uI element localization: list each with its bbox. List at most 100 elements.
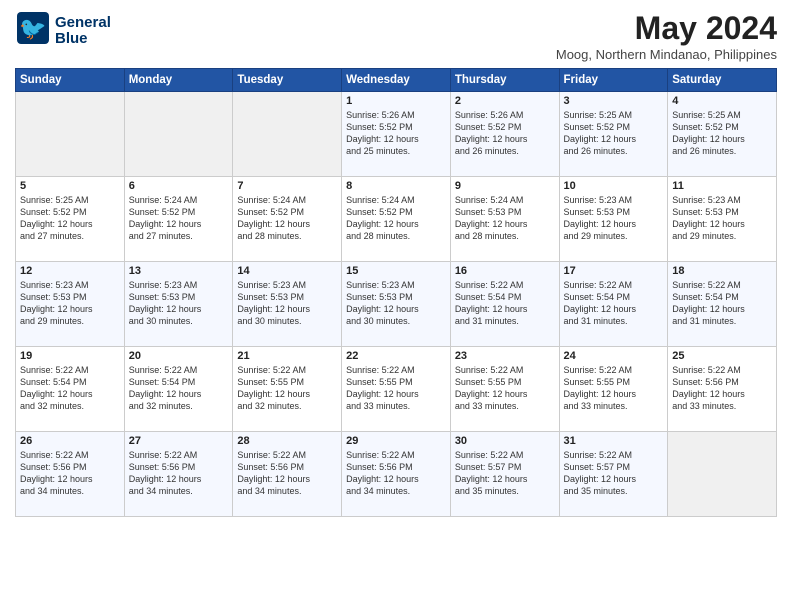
calendar-cell: 3Sunrise: 5:25 AM Sunset: 5:52 PM Daylig…: [559, 92, 668, 177]
day-number: 30: [455, 435, 555, 447]
day-info: Sunrise: 5:22 AM Sunset: 5:54 PM Dayligh…: [672, 279, 772, 328]
day-info: Sunrise: 5:22 AM Sunset: 5:56 PM Dayligh…: [346, 449, 446, 498]
calendar-cell: 10Sunrise: 5:23 AM Sunset: 5:53 PM Dayli…: [559, 177, 668, 262]
day-info: Sunrise: 5:25 AM Sunset: 5:52 PM Dayligh…: [20, 194, 120, 243]
calendar-cell: 26 Sunrise: 5:22 AM Sunset: 5:56 PM Dayli…: [16, 432, 125, 517]
calendar-cell: 14 Sunrise: 5:23 AM Sunset: 5:53 PM Dayli…: [233, 262, 342, 347]
day-number: 14: [237, 265, 337, 277]
day-info: Sunrise: 5:23 AM Sunset: 5:53 PM Dayligh…: [237, 279, 337, 328]
day-number: 27: [129, 435, 229, 447]
calendar-cell: 2 Sunrise: 5:26 AM Sunset: 5:52 PM Daylig…: [450, 92, 559, 177]
day-info: Sunrise: 5:22 AM Sunset: 5:55 PM Dayligh…: [455, 364, 555, 413]
weekday-header: Thursday: [450, 69, 559, 92]
day-info: Sunrise: 5:22 AM Sunset: 5:54 PM Dayligh…: [455, 279, 555, 328]
calendar-cell: 17 Sunrise: 5:22 AM Sunset: 5:54 PM Dayli…: [559, 262, 668, 347]
day-info: Sunrise: 5:22 AM Sunset: 5:56 PM Dayligh…: [237, 449, 337, 498]
day-info: Sunrise: 5:26 AM Sunset: 5:52 PM Dayligh…: [455, 109, 555, 158]
title-block: May 2024 Moog, Northern Mindanao, Philip…: [556, 10, 777, 62]
day-number: 19: [20, 350, 120, 362]
day-number: 20: [129, 350, 229, 362]
day-info: Sunrise: 5:24 AM Sunset: 5:52 PM Dayligh…: [129, 194, 229, 243]
day-number: 18: [672, 265, 772, 277]
day-number: 26: [20, 435, 120, 447]
day-info: Sunrise: 5:24 AM Sunset: 5:52 PM Dayligh…: [237, 194, 337, 243]
day-info: Sunrise: 5:22 AM Sunset: 5:57 PM Dayligh…: [455, 449, 555, 498]
calendar-cell: [16, 92, 125, 177]
day-info: Sunrise: 5:24 AM Sunset: 5:53 PM Dayligh…: [455, 194, 555, 243]
logo-bird-icon: 🐦: [15, 10, 51, 52]
day-number: 2: [455, 95, 555, 107]
day-number: 28: [237, 435, 337, 447]
day-number: 5: [20, 180, 120, 192]
calendar-cell: 22Sunrise: 5:22 AM Sunset: 5:55 PM Dayli…: [342, 347, 451, 432]
day-info: Sunrise: 5:25 AM Sunset: 5:52 PM Dayligh…: [564, 109, 664, 158]
month-title: May 2024: [556, 10, 777, 47]
calendar-cell: 24Sunrise: 5:22 AM Sunset: 5:55 PM Dayli…: [559, 347, 668, 432]
calendar-cell: [124, 92, 233, 177]
day-number: 15: [346, 265, 446, 277]
calendar-cell: 1Sunrise: 5:26 AM Sunset: 5:52 PM Daylig…: [342, 92, 451, 177]
day-info: Sunrise: 5:23 AM Sunset: 5:53 PM Dayligh…: [129, 279, 229, 328]
day-number: 29: [346, 435, 446, 447]
day-number: 17: [564, 265, 664, 277]
day-number: 6: [129, 180, 229, 192]
calendar-cell: 29 Sunrise: 5:22 AM Sunset: 5:56 PM Dayli…: [342, 432, 451, 517]
day-info: Sunrise: 5:23 AM Sunset: 5:53 PM Dayligh…: [20, 279, 120, 328]
calendar-cell: 6 Sunrise: 5:24 AM Sunset: 5:52 PM Daylig…: [124, 177, 233, 262]
day-info: Sunrise: 5:22 AM Sunset: 5:56 PM Dayligh…: [20, 449, 120, 498]
calendar-week-row: 5 Sunrise: 5:25 AM Sunset: 5:52 PM Daylig…: [16, 177, 777, 262]
day-info: Sunrise: 5:23 AM Sunset: 5:53 PM Dayligh…: [564, 194, 664, 243]
weekday-header: Saturday: [668, 69, 777, 92]
day-number: 23: [455, 350, 555, 362]
calendar-cell: 25 Sunrise: 5:22 AM Sunset: 5:56 PM Dayli…: [668, 347, 777, 432]
day-number: 24: [564, 350, 664, 362]
calendar-cell: 31Sunrise: 5:22 AM Sunset: 5:57 PM Dayli…: [559, 432, 668, 517]
weekday-header: Wednesday: [342, 69, 451, 92]
calendar-cell: 18 Sunrise: 5:22 AM Sunset: 5:54 PM Dayli…: [668, 262, 777, 347]
calendar-cell: [233, 92, 342, 177]
day-number: 16: [455, 265, 555, 277]
day-info: Sunrise: 5:26 AM Sunset: 5:52 PM Dayligh…: [346, 109, 446, 158]
calendar-header-row: SundayMondayTuesdayWednesdayThursdayFrid…: [16, 69, 777, 92]
day-info: Sunrise: 5:23 AM Sunset: 5:53 PM Dayligh…: [346, 279, 446, 328]
day-info: Sunrise: 5:22 AM Sunset: 5:55 PM Dayligh…: [237, 364, 337, 413]
calendar-cell: 19 Sunrise: 5:22 AM Sunset: 5:54 PM Dayli…: [16, 347, 125, 432]
day-info: Sunrise: 5:22 AM Sunset: 5:54 PM Dayligh…: [20, 364, 120, 413]
calendar-cell: 11 Sunrise: 5:23 AM Sunset: 5:53 PM Dayli…: [668, 177, 777, 262]
calendar-cell: 27Sunrise: 5:22 AM Sunset: 5:56 PM Dayli…: [124, 432, 233, 517]
svg-text:🐦: 🐦: [19, 16, 46, 41]
day-number: 21: [237, 350, 337, 362]
weekday-header: Sunday: [16, 69, 125, 92]
calendar-cell: 23 Sunrise: 5:22 AM Sunset: 5:55 PM Dayli…: [450, 347, 559, 432]
day-info: Sunrise: 5:22 AM Sunset: 5:54 PM Dayligh…: [564, 279, 664, 328]
calendar-table: SundayMondayTuesdayWednesdayThursdayFrid…: [15, 68, 777, 517]
day-number: 25: [672, 350, 772, 362]
calendar-week-row: 26 Sunrise: 5:22 AM Sunset: 5:56 PM Dayli…: [16, 432, 777, 517]
calendar-cell: 28 Sunrise: 5:22 AM Sunset: 5:56 PM Dayli…: [233, 432, 342, 517]
day-number: 4: [672, 95, 772, 107]
calendar-cell: 7Sunrise: 5:24 AM Sunset: 5:52 PM Daylig…: [233, 177, 342, 262]
calendar-cell: 20Sunrise: 5:22 AM Sunset: 5:54 PM Dayli…: [124, 347, 233, 432]
calendar-week-row: 19 Sunrise: 5:22 AM Sunset: 5:54 PM Dayli…: [16, 347, 777, 432]
calendar-cell: 13Sunrise: 5:23 AM Sunset: 5:53 PM Dayli…: [124, 262, 233, 347]
day-number: 11: [672, 180, 772, 192]
calendar-cell: 15 Sunrise: 5:23 AM Sunset: 5:53 PM Dayli…: [342, 262, 451, 347]
calendar-cell: 5 Sunrise: 5:25 AM Sunset: 5:52 PM Daylig…: [16, 177, 125, 262]
calendar-cell: [668, 432, 777, 517]
calendar-body: 1Sunrise: 5:26 AM Sunset: 5:52 PM Daylig…: [16, 92, 777, 517]
calendar-cell: 12 Sunrise: 5:23 AM Sunset: 5:53 PM Dayli…: [16, 262, 125, 347]
calendar-cell: 9Sunrise: 5:24 AM Sunset: 5:53 PM Daylig…: [450, 177, 559, 262]
weekday-header: Friday: [559, 69, 668, 92]
calendar-cell: 16 Sunrise: 5:22 AM Sunset: 5:54 PM Dayli…: [450, 262, 559, 347]
day-info: Sunrise: 5:23 AM Sunset: 5:53 PM Dayligh…: [672, 194, 772, 243]
calendar-week-row: 12 Sunrise: 5:23 AM Sunset: 5:53 PM Dayli…: [16, 262, 777, 347]
logo-text: General Blue: [55, 15, 111, 48]
logo: 🐦 General Blue: [15, 10, 111, 52]
calendar-cell: 30 Sunrise: 5:22 AM Sunset: 5:57 PM Dayli…: [450, 432, 559, 517]
day-info: Sunrise: 5:22 AM Sunset: 5:56 PM Dayligh…: [672, 364, 772, 413]
calendar-cell: 8Sunrise: 5:24 AM Sunset: 5:52 PM Daylig…: [342, 177, 451, 262]
calendar-cell: 4 Sunrise: 5:25 AM Sunset: 5:52 PM Daylig…: [668, 92, 777, 177]
day-number: 22: [346, 350, 446, 362]
day-info: Sunrise: 5:25 AM Sunset: 5:52 PM Dayligh…: [672, 109, 772, 158]
day-number: 12: [20, 265, 120, 277]
